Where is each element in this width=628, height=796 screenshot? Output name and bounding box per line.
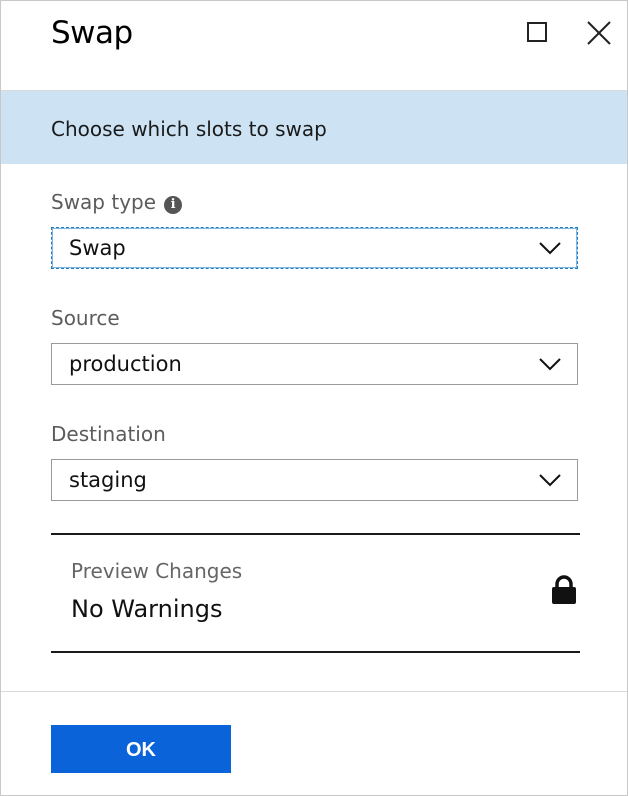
destination-dropdown[interactable]: staging <box>51 459 578 501</box>
chevron-down-icon <box>539 474 561 487</box>
preview-changes-value: No Warnings <box>71 595 223 623</box>
swap-type-label: Swap type i <box>51 190 183 214</box>
source-value: production <box>69 352 182 376</box>
close-icon <box>587 21 611 45</box>
destination-value: staging <box>69 468 147 492</box>
maximize-icon <box>527 22 547 42</box>
swap-type-dropdown[interactable]: Swap <box>51 227 578 269</box>
close-button[interactable] <box>583 17 615 49</box>
ok-button[interactable]: OK <box>51 725 231 773</box>
swap-type-value: Swap <box>69 236 126 260</box>
banner-text: Choose which slots to swap <box>51 117 327 141</box>
chevron-down-icon <box>539 242 561 255</box>
source-label: Source <box>51 306 120 330</box>
chevron-down-icon <box>539 358 561 371</box>
footer-divider <box>1 691 627 692</box>
lock-icon <box>552 575 576 604</box>
info-icon[interactable]: i <box>164 196 183 214</box>
maximize-button[interactable] <box>523 17 555 49</box>
destination-label: Destination <box>51 422 166 446</box>
swap-type-label-text: Swap type <box>51 190 157 214</box>
preview-changes-section: Preview Changes No Warnings <box>51 533 580 653</box>
source-dropdown[interactable]: production <box>51 343 578 385</box>
preview-changes-label: Preview Changes <box>71 559 243 583</box>
blade-header: Swap <box>1 1 627 91</box>
blade-title: Swap <box>51 15 133 51</box>
swap-blade: Swap Choose which slots to swap Swap typ… <box>0 0 628 796</box>
info-banner: Choose which slots to swap <box>1 91 627 164</box>
